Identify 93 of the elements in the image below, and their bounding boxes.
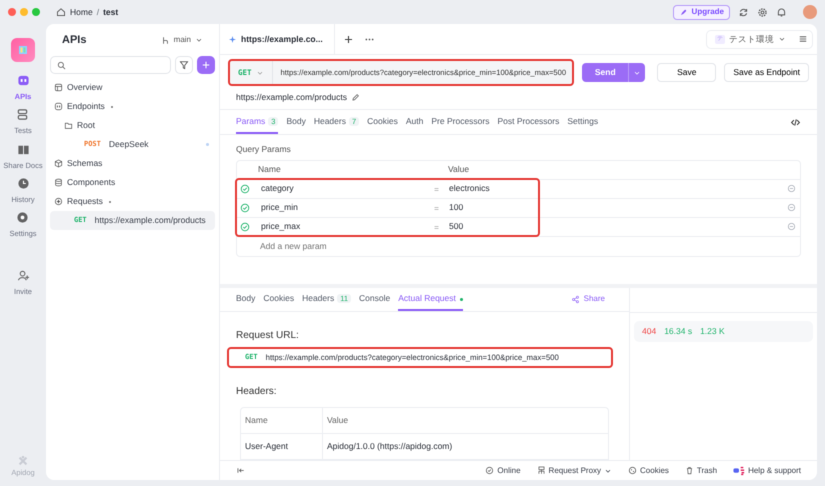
- response-size: 1.23 K: [700, 325, 725, 338]
- cookie-icon: [628, 466, 638, 475]
- tree-section[interactable]: Schemas: [50, 154, 215, 173]
- section-label: Request URL:: [236, 329, 300, 344]
- tab[interactable]: Body: [286, 111, 306, 134]
- add-tab-icon[interactable]: [343, 34, 354, 44]
- search-icon: [57, 60, 66, 70]
- share-button[interactable]: Share: [570, 293, 605, 306]
- plus-icon: [201, 60, 211, 70]
- tab[interactable]: Auth: [406, 111, 424, 134]
- sparkle-icon: [228, 34, 237, 44]
- api-icon: [54, 102, 63, 111]
- sidebar-title: APIs: [62, 32, 86, 48]
- section-label: Headers:: [236, 385, 278, 400]
- tab[interactable]: Cookies: [367, 111, 398, 134]
- tree-section[interactable]: Components: [50, 173, 215, 192]
- cube-icon: [54, 159, 63, 168]
- breadcrumb-link[interactable]: Home: [70, 6, 93, 18]
- param-value[interactable]: 500: [449, 220, 464, 234]
- api-icon[interactable]: [16, 74, 30, 87]
- breadcrumb-link[interactable]: test: [103, 6, 118, 18]
- tree-section[interactable]: Endpoints: [50, 97, 215, 116]
- compass-icon: [54, 197, 63, 206]
- tab[interactable]: Console: [359, 288, 390, 312]
- checkbox[interactable]: [240, 184, 250, 194]
- column-header: Name: [258, 163, 282, 176]
- home-icon: [56, 7, 66, 17]
- param-name[interactable]: price_max: [261, 220, 433, 234]
- table-cell: User-Agent: [241, 434, 323, 460]
- checkbox[interactable]: [240, 222, 250, 232]
- stack-icon[interactable]: [16, 108, 30, 122]
- param-name[interactable]: price_min: [261, 201, 433, 214]
- tab[interactable]: Pre Processors: [431, 111, 490, 134]
- brand-icon: [16, 454, 29, 467]
- param-value[interactable]: electronics: [449, 182, 490, 196]
- code-icon[interactable]: [790, 117, 801, 128]
- caret-icon: [195, 36, 203, 44]
- tab[interactable]: Cookies: [263, 288, 294, 312]
- tab[interactable]: Actual Request: [398, 288, 463, 312]
- check-circle-icon: [485, 466, 494, 475]
- status-code: 404: [642, 325, 656, 338]
- tab[interactable]: Post Processors: [497, 111, 560, 134]
- send-dropdown[interactable]: [628, 63, 646, 82]
- branch-selector[interactable]: main: [160, 34, 203, 46]
- bell-icon[interactable]: [776, 6, 787, 18]
- trash-icon: [684, 466, 694, 475]
- network-icon: [536, 466, 546, 475]
- breadcrumb-separator: /: [96, 6, 100, 18]
- table-cell: Name: [241, 408, 323, 434]
- save-button[interactable]: Save: [657, 63, 716, 82]
- layout-icon: [54, 83, 63, 92]
- tab[interactable]: Body: [236, 288, 256, 312]
- param-name[interactable]: category: [261, 182, 433, 196]
- footer-button[interactable]: Help & support: [733, 464, 801, 476]
- response-time: 16.34 s: [664, 325, 692, 338]
- add-button[interactable]: [197, 56, 215, 74]
- tree-section[interactable]: Overview: [50, 78, 215, 97]
- table-cell-text: Value: [326, 414, 348, 428]
- equals-icon: [433, 224, 440, 231]
- section-title: Query Params: [235, 143, 292, 156]
- checkbox[interactable]: [240, 202, 250, 213]
- footer-button[interactable]: Trash: [684, 464, 718, 476]
- table-cell-text: Apidog/1.0.0 (https://apidog.com): [326, 440, 452, 454]
- filter-button[interactable]: [175, 56, 193, 74]
- share-icon: [570, 294, 580, 304]
- param-value[interactable]: 100: [449, 201, 464, 214]
- upgrade-button[interactable]: Upgrade: [672, 4, 730, 20]
- tree-section[interactable]: Requests: [50, 192, 215, 211]
- equals-icon: [433, 204, 440, 212]
- footer-button[interactable]: Cookies: [628, 464, 669, 476]
- collapse-icon[interactable]: [236, 466, 245, 475]
- save-endpoint-button[interactable]: Save as Endpoint: [724, 63, 809, 82]
- database-icon: [54, 178, 63, 187]
- clock-icon[interactable]: [16, 176, 30, 190]
- edit-icon[interactable]: [351, 93, 360, 102]
- add-user-icon[interactable]: [16, 269, 30, 282]
- settings-icon[interactable]: [757, 6, 768, 18]
- settings-icon[interactable]: [16, 211, 30, 224]
- footer-button[interactable]: Request Proxy: [536, 464, 612, 476]
- send-button[interactable]: Send: [582, 63, 628, 82]
- column-header: Value: [448, 163, 470, 176]
- sync-icon[interactable]: [738, 6, 749, 18]
- tab[interactable]: Settings: [567, 111, 598, 134]
- footer-button[interactable]: Online: [485, 464, 521, 476]
- folder-icon: [64, 121, 73, 130]
- folder-item[interactable]: Root: [50, 116, 215, 135]
- request-tab[interactable]: https://example.co...: [220, 24, 335, 54]
- branch-icon: [160, 36, 170, 44]
- add-param-field[interactable]: Add a new param: [258, 238, 458, 254]
- filter-icon: [179, 60, 189, 70]
- equals-icon: [433, 186, 440, 193]
- search-field[interactable]: [50, 56, 171, 74]
- url-path: https://example.com/products: [236, 91, 348, 104]
